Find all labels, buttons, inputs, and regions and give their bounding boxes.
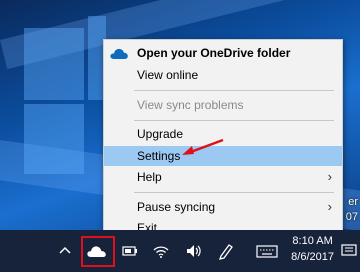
battery-icon[interactable] bbox=[121, 242, 139, 260]
menu-separator bbox=[134, 192, 334, 193]
open-onedrive-folder-item[interactable]: Open your OneDrive folder bbox=[104, 43, 342, 63]
keyboard-icon[interactable] bbox=[256, 242, 278, 260]
view-sync-problems-item: View sync problems bbox=[104, 95, 342, 115]
view-online-item[interactable]: View online bbox=[104, 65, 342, 85]
menu-separator bbox=[134, 120, 334, 121]
clock-date: 8/6/2017 bbox=[291, 251, 334, 263]
open-onedrive-folder-label: Open your OneDrive folder bbox=[137, 46, 291, 60]
help-item[interactable]: Help › bbox=[104, 167, 342, 187]
pause-syncing-item[interactable]: Pause syncing › bbox=[104, 197, 342, 217]
upgrade-label: Upgrade bbox=[137, 127, 184, 141]
annotation-arrow bbox=[182, 138, 224, 155]
chevron-up-icon[interactable] bbox=[56, 242, 74, 260]
chevron-right-icon: › bbox=[327, 169, 332, 184]
wifi-icon[interactable] bbox=[152, 242, 170, 260]
desktop-text-fragment-2: 07 bbox=[345, 211, 358, 223]
clock-time: 8:10 AM bbox=[292, 235, 333, 247]
desktop-text-fragment-1: er bbox=[348, 196, 358, 208]
pen-icon[interactable] bbox=[217, 242, 235, 260]
pause-syncing-label: Pause syncing bbox=[137, 200, 216, 214]
notification-icon[interactable] bbox=[340, 242, 358, 260]
help-label: Help bbox=[137, 170, 162, 184]
annotation-highlight-box bbox=[81, 236, 115, 267]
onedrive-cloud-icon bbox=[110, 48, 128, 59]
volume-icon[interactable] bbox=[185, 242, 203, 260]
menu-separator bbox=[134, 90, 334, 91]
taskbar: 8:10 AM 8/6/2017 bbox=[0, 230, 360, 272]
chevron-right-icon: › bbox=[327, 199, 332, 214]
settings-label: Settings bbox=[137, 149, 181, 163]
view-online-label: View online bbox=[137, 68, 199, 82]
clock[interactable]: 8:10 AM 8/6/2017 bbox=[291, 235, 334, 263]
view-sync-problems-label: View sync problems bbox=[137, 98, 244, 112]
